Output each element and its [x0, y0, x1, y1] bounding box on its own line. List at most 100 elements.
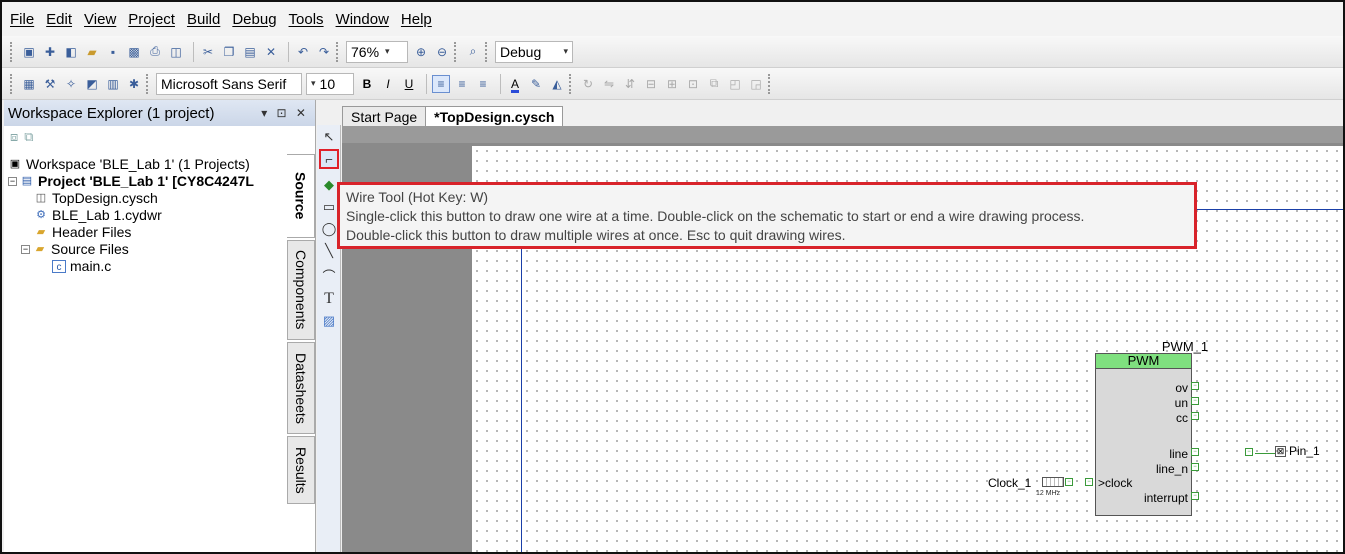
redo-icon[interactable]: ↷	[315, 43, 333, 61]
send-back-icon[interactable]: ◲	[747, 75, 765, 93]
clock-component[interactable]	[1042, 477, 1064, 487]
debug-icon[interactable]: ✱	[125, 75, 143, 93]
show-all-icon[interactable]: ⧉	[24, 129, 33, 145]
ellipse-tool-icon[interactable]: ◯	[319, 219, 339, 239]
save-icon[interactable]: ▪	[104, 43, 122, 61]
font-size-select[interactable]: ▾ 10	[306, 72, 354, 95]
document-tabs: Start Page *TopDesign.cysch	[342, 106, 1343, 126]
menu-window[interactable]: Window	[336, 11, 389, 28]
font-family-select[interactable]: Microsoft Sans Serif	[156, 72, 302, 95]
zoom-select[interactable]: 76% ▾	[346, 40, 408, 63]
tab-source[interactable]: Source	[287, 154, 315, 238]
tree-item-project[interactable]: − ▤ Project 'BLE_Lab 1' [CY8C4247L	[8, 173, 254, 190]
bring-front-icon[interactable]: ◰	[726, 75, 744, 93]
tree-item-header-files[interactable]: ▰ Header Files	[8, 224, 254, 241]
pin-line-n-terminal[interactable]: −	[1191, 463, 1199, 471]
explorer-window-controls[interactable]: ▾ ⊡ ✕	[261, 106, 309, 120]
paste-icon[interactable]: ▤	[241, 43, 259, 61]
program-icon[interactable]: ◩	[83, 75, 101, 93]
collapse-toggle-icon[interactable]: −	[21, 245, 30, 254]
wire-tool-icon[interactable]: ⌐	[319, 149, 339, 169]
menu-debug[interactable]: Debug	[232, 11, 276, 28]
project-icon: ▤	[21, 175, 33, 187]
image-tool-icon[interactable]: ▨	[319, 311, 339, 331]
tree-item-workspace[interactable]: ▣ Workspace 'BLE_Lab 1' (1 Projects)	[8, 156, 254, 173]
tree-item-topdesign[interactable]: ◫ TopDesign.cysch	[8, 190, 254, 207]
add-item-icon[interactable]: ◧	[62, 43, 80, 61]
wire[interactable]	[521, 236, 522, 552]
pwm-component[interactable]: PWM ov un cc line line_n interrupt >cloc…	[1095, 353, 1192, 516]
pin-clock-terminal[interactable]: −	[1085, 478, 1093, 486]
find-icon[interactable]: ⌕	[464, 43, 482, 61]
underline-icon[interactable]: U	[400, 75, 418, 93]
print-icon[interactable]: ⎙	[146, 43, 164, 61]
delete-icon[interactable]: ✕	[262, 43, 280, 61]
tree-item-main-c[interactable]: c main.c	[8, 258, 254, 275]
image-icon[interactable]: ▦	[20, 75, 38, 93]
tab-topdesign[interactable]: *TopDesign.cysch	[425, 106, 564, 126]
menu-help[interactable]: Help	[401, 11, 432, 28]
fill-color-icon[interactable]: ◭	[548, 75, 566, 93]
menu-project[interactable]: Project	[128, 11, 175, 28]
menu-edit[interactable]: Edit	[46, 11, 72, 28]
build-icon[interactable]: ⚒	[41, 75, 59, 93]
tree-item-source-files[interactable]: − ▰ Source Files	[8, 241, 254, 258]
undo-icon[interactable]: ↶	[294, 43, 312, 61]
pointer-tool-icon[interactable]: ↖	[319, 127, 339, 147]
menu-view[interactable]: View	[84, 11, 116, 28]
group-icon[interactable]: ⊡	[684, 75, 702, 93]
line-tool-icon[interactable]: ╲	[319, 241, 339, 261]
clean-icon[interactable]: ✧	[62, 75, 80, 93]
toolbar-grip[interactable]	[10, 41, 14, 62]
tab-start-page[interactable]: Start Page	[342, 106, 427, 126]
align-objects-icon[interactable]: ⊟	[642, 75, 660, 93]
pin-clock-label: >clock	[1098, 476, 1133, 490]
pin-interrupt-terminal[interactable]: −	[1191, 492, 1199, 500]
flip-v-icon[interactable]: ⇵	[621, 75, 639, 93]
pin-line-terminal[interactable]: −	[1191, 448, 1199, 456]
menu-file[interactable]: File	[10, 11, 34, 28]
text-tool-icon[interactable]: T	[319, 289, 339, 309]
tree-item-cydwr[interactable]: ⚙ BLE_Lab 1.cydwr	[8, 207, 254, 224]
open-icon[interactable]: ▰	[83, 43, 101, 61]
pin-cc-terminal[interactable]: −	[1191, 412, 1199, 420]
align-center-icon[interactable]: ≡	[453, 75, 471, 93]
build-config-select[interactable]: Debug ▾	[495, 40, 573, 63]
print-preview-icon[interactable]: ◫	[167, 43, 185, 61]
digital-pin-tool-icon[interactable]: ◆	[319, 175, 339, 195]
clock-output-terminal[interactable]: −	[1065, 478, 1073, 486]
explorer-toolbar: ⧈ ⧉	[4, 126, 315, 148]
tab-results[interactable]: Results	[287, 436, 315, 504]
arc-tool-icon[interactable]: ⌒	[319, 265, 339, 285]
cut-icon[interactable]: ✂	[199, 43, 217, 61]
bold-icon[interactable]: B	[358, 75, 376, 93]
rectangle-tool-icon[interactable]: ▭	[319, 197, 339, 217]
zoom-in-icon[interactable]: ⊕	[412, 43, 430, 61]
copy-icon[interactable]: ❐	[220, 43, 238, 61]
line-color-icon[interactable]: ✎	[527, 75, 545, 93]
collapse-all-icon[interactable]: ⧈	[10, 129, 18, 145]
menu-tools[interactable]: Tools	[289, 11, 324, 28]
pin-ov-terminal[interactable]: −	[1191, 382, 1199, 390]
save-all-icon[interactable]: ▩	[125, 43, 143, 61]
pin-component-terminal[interactable]: −	[1245, 448, 1253, 456]
chip-icon[interactable]: ▥	[104, 75, 122, 93]
flip-h-icon[interactable]: ⇋	[600, 75, 618, 93]
zoom-out-icon[interactable]: ⊖	[433, 43, 451, 61]
align-right-icon[interactable]: ≡	[474, 75, 492, 93]
pwm-instance-name: PWM_1	[1161, 339, 1209, 354]
rotate-icon[interactable]: ↻	[579, 75, 597, 93]
new-project-icon[interactable]: ✚	[41, 43, 59, 61]
collapse-toggle-icon[interactable]: −	[8, 177, 17, 186]
align-left-icon[interactable]: ≡	[432, 74, 450, 93]
menu-build[interactable]: Build	[187, 11, 220, 28]
font-color-icon[interactable]: A	[506, 75, 524, 93]
pin-un-terminal[interactable]: −	[1191, 397, 1199, 405]
tab-components[interactable]: Components	[287, 240, 315, 340]
distribute-icon[interactable]: ⊞	[663, 75, 681, 93]
tab-datasheets[interactable]: Datasheets	[287, 342, 315, 434]
digital-output-pin-icon[interactable]: ⊠	[1275, 446, 1286, 457]
ungroup-icon[interactable]: ⧉	[705, 75, 723, 93]
new-workspace-icon[interactable]: ▣	[20, 43, 38, 61]
italic-icon[interactable]: I	[379, 75, 397, 93]
